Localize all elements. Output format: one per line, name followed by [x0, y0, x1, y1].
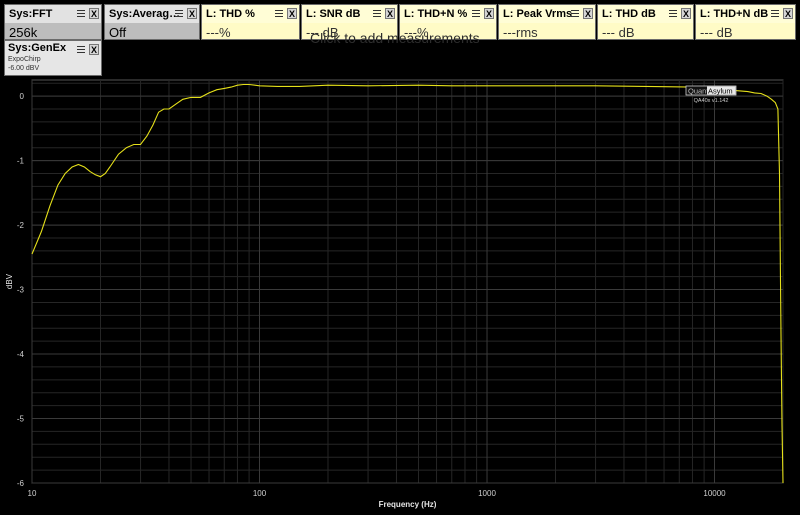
frequency-response-chart[interactable]: 10 100 1000 10000 0 -1 -2 -3 -4 -5 -6 Frequency (Hz…: [0, 0, 800, 515]
y-tick-label: 0: [20, 92, 25, 101]
logo-word-quant: Quant: [688, 87, 709, 96]
x-tick-label: 10000: [703, 489, 726, 498]
x-tick-label: 100: [253, 489, 267, 498]
logo-version: QA40x v1.142: [694, 98, 729, 104]
y-tick-label: -1: [17, 157, 25, 166]
plot-area: [31, 79, 784, 484]
y-tick-label: -2: [17, 221, 25, 230]
y-tick-label: -6: [17, 479, 25, 488]
y-tick-label: -5: [17, 415, 25, 424]
y-tick-label: -3: [17, 286, 25, 295]
x-tick-label: 1000: [478, 489, 496, 498]
x-axis-label: Frequency (Hz): [379, 500, 437, 509]
x-tick-label: 10: [28, 489, 37, 498]
y-axis-label: dBV: [5, 273, 14, 289]
logo-word-asylum: Asylum: [708, 87, 733, 96]
y-tick-label: -4: [17, 350, 25, 359]
